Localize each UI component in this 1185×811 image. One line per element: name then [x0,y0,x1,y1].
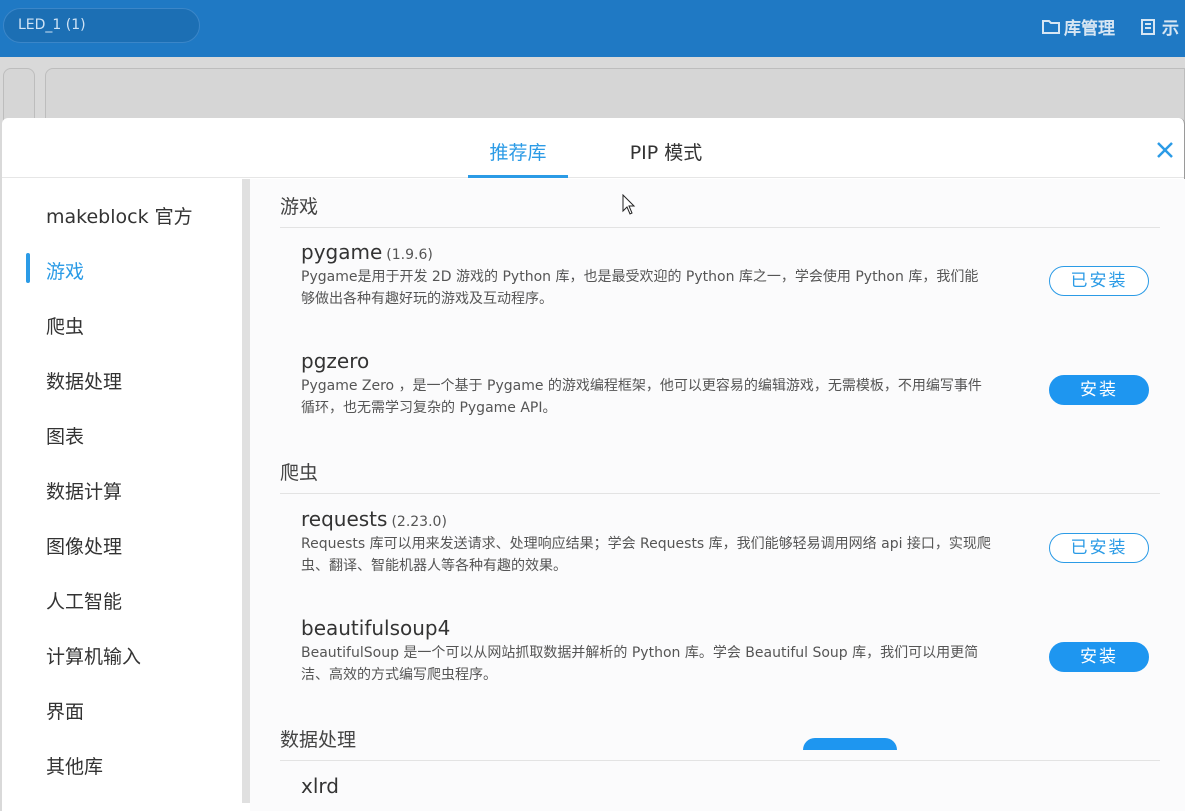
section-divider [280,760,1160,761]
active-category-indicator [26,253,30,283]
sidebar-item-computer-input[interactable]: 计算机输入 [46,642,141,669]
lib-desc-pygame: Pygame是用于开发 2D 游戏的 Python 库，也是最受欢迎的 Pyth… [301,269,979,307]
pygame-installed-button[interactable]: 已安装 [1049,266,1149,296]
section-title-games: 游戏 [280,196,319,218]
section-divider [280,493,1160,494]
library-manage-label: 库管理 [1064,19,1115,39]
lib-desc-beautifulsoup4: BeautifulSoup 是一个可以从网站抓取数据并解析的 Python 库。… [301,645,979,683]
sidebar-item-ai[interactable]: 人工智能 [46,587,122,614]
sidebar-item-makeblock[interactable]: makeblock 官方 [46,202,193,229]
section-title-data-processing: 数据处理 [280,729,357,751]
sidebar-item-charts[interactable]: 图表 [46,422,84,449]
lib-name-xlrd: xlrd [301,774,339,798]
demo-button[interactable]: 示 [1140,14,1179,39]
xlrd-install-button[interactable] [803,738,897,750]
lib-desc-requests: Requests 库可以用来发送请求、处理响应结果；学会 Requests 库，… [301,536,991,574]
sidebar-item-ui[interactable]: 界面 [46,697,84,724]
list-icon [1141,18,1155,35]
tab-pip-mode[interactable]: PIP 模式 [616,138,716,178]
category-sidebar: makeblock 官方 游戏 爬虫 数据处理 图表 数据计算 图像处理 人工智… [2,179,242,811]
pgzero-install-button[interactable]: 安装 [1049,375,1149,405]
lib-name-text: pgzero [301,349,370,373]
section-title-crawler: 爬虫 [280,462,319,484]
sidebar-item-image-processing[interactable]: 图像处理 [46,532,122,559]
library-list: 游戏 pygame (1.9.6) Pygame是用于开发 2D 游戏的 Pyth… [250,179,1185,811]
requests-installed-button[interactable]: 已安装 [1049,533,1149,563]
lib-name-text: xlrd [301,774,339,798]
sidebar-item-data-processing[interactable]: 数据处理 [46,367,122,394]
sidebar-item-games[interactable]: 游戏 [46,257,84,284]
lib-name-text: beautifulsoup4 [301,616,451,640]
lib-version: (2.23.0) [391,514,447,530]
file-tab[interactable]: LED_1 (1) [3,8,200,43]
lib-name-pygame: pygame (1.9.6) [301,240,433,264]
section-divider [280,227,1160,228]
lib-name-pgzero: pgzero [301,349,369,373]
folder-icon [1042,19,1060,34]
lib-name-requests: requests (2.23.0) [301,507,447,531]
mouse-cursor-icon [622,194,636,215]
close-icon[interactable] [1155,140,1175,160]
tab-recommended[interactable]: 推荐库 [468,138,568,178]
sidebar-item-crawler[interactable]: 爬虫 [46,312,84,339]
library-manage-button[interactable]: 库管理 [1042,14,1115,39]
demo-label: 示 [1162,19,1179,39]
modal-header: 推荐库 PIP 模式 [2,118,1184,178]
sidebar-scrollbar[interactable] [242,179,250,803]
sidebar-item-data-computing[interactable]: 数据计算 [46,477,122,504]
library-modal: 推荐库 PIP 模式 makeblock 官方 游戏 爬虫 数据处理 图表 数据… [2,118,1185,811]
lib-name-beautifulsoup4: beautifulsoup4 [301,616,450,640]
lib-version: (1.9.6) [386,247,433,263]
sidebar-item-other[interactable]: 其他库 [46,752,103,779]
lib-name-text: requests [301,507,388,531]
lib-name-text: pygame [301,240,383,264]
lib-desc-pgzero: Pygame Zero ，是一个基于 Pygame 的游戏编程框架，他可以更容易… [301,378,982,416]
beautifulsoup4-install-button[interactable]: 安装 [1049,642,1149,672]
app-top-bar: LED_1 (1) 库管理 示 [0,0,1185,57]
